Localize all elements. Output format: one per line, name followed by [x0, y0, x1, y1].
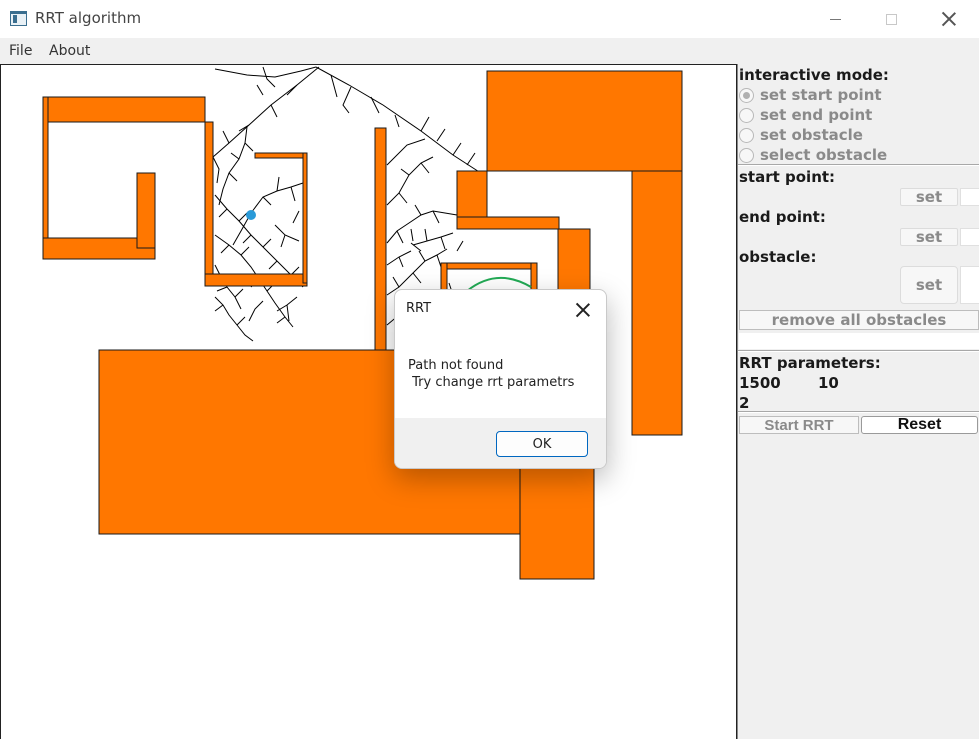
title-bar: RRT algorithm [0, 0, 979, 38]
radio-icon [739, 87, 754, 103]
radio-set-end-point[interactable]: set end point [739, 105, 872, 125]
message-dialog: RRT Path not found Try change rrt parame… [394, 289, 607, 469]
dialog-message-line1: Path not found [408, 358, 504, 373]
drawing-canvas[interactable] [0, 64, 737, 739]
end-point-field[interactable] [960, 228, 979, 246]
radio-set-obstacle[interactable]: set obstacle [739, 125, 863, 145]
close-button[interactable] [926, 0, 972, 38]
control-panel: interactive mode: set start point set en… [737, 64, 979, 739]
dialog-close-button[interactable] [570, 299, 596, 321]
param-step[interactable]: 10 [818, 374, 839, 392]
app-icon [10, 11, 27, 26]
obstacle-field[interactable] [960, 266, 979, 304]
set-start-point-button[interactable]: set [900, 188, 958, 206]
start-rrt-button[interactable]: Start RRT [739, 416, 859, 434]
radio-label: set start point [760, 86, 882, 104]
radio-icon [739, 127, 754, 143]
radio-set-start-point[interactable]: set start point [739, 85, 882, 105]
divider [738, 164, 979, 166]
radio-label: set obstacle [760, 126, 863, 144]
start-point-field[interactable] [960, 188, 979, 206]
set-obstacle-button[interactable]: set [900, 266, 958, 304]
status-strip [739, 333, 979, 349]
start-point-marker[interactable] [246, 210, 256, 220]
close-icon [576, 303, 590, 317]
menu-file[interactable]: File [9, 43, 32, 59]
reset-button[interactable]: Reset [861, 416, 978, 434]
canvas-drawing [42, 66, 683, 580]
interactive-mode-label: interactive mode: [739, 66, 889, 84]
dialog-message: Path not found Try change rrt parametrs [408, 357, 574, 391]
dialog-footer: OK [395, 418, 606, 468]
radio-icon [739, 107, 754, 123]
rrt-parameters-label: RRT parameters: [739, 354, 881, 372]
divider [738, 411, 979, 413]
menu-bar: File About [0, 38, 979, 64]
remove-all-obstacles-button[interactable]: remove all obstacles [739, 310, 979, 330]
start-point-label: start point: [739, 168, 836, 186]
window-title: RRT algorithm [35, 9, 142, 27]
radio-label: set end point [760, 106, 873, 124]
param-iterations[interactable]: 1500 [739, 374, 781, 392]
ok-button[interactable]: OK [496, 431, 588, 457]
minimize-button[interactable] [812, 0, 858, 38]
end-point-label: end point: [739, 208, 826, 226]
menu-about[interactable]: About [49, 43, 90, 59]
divider [738, 350, 979, 352]
dialog-message-line2: Try change rrt parametrs [408, 375, 575, 390]
radio-label: select obstacle [760, 146, 888, 164]
set-end-point-button[interactable]: set [900, 228, 958, 246]
close-icon [942, 12, 956, 26]
minimize-icon [829, 18, 841, 20]
dialog-title: RRT [406, 301, 432, 316]
param-third[interactable]: 2 [739, 394, 749, 412]
maximize-icon [885, 13, 897, 25]
maximize-button[interactable] [868, 0, 914, 38]
radio-select-obstacle[interactable]: select obstacle [739, 145, 887, 165]
obstacle-label: obstacle: [739, 248, 817, 266]
radio-icon [739, 147, 754, 163]
